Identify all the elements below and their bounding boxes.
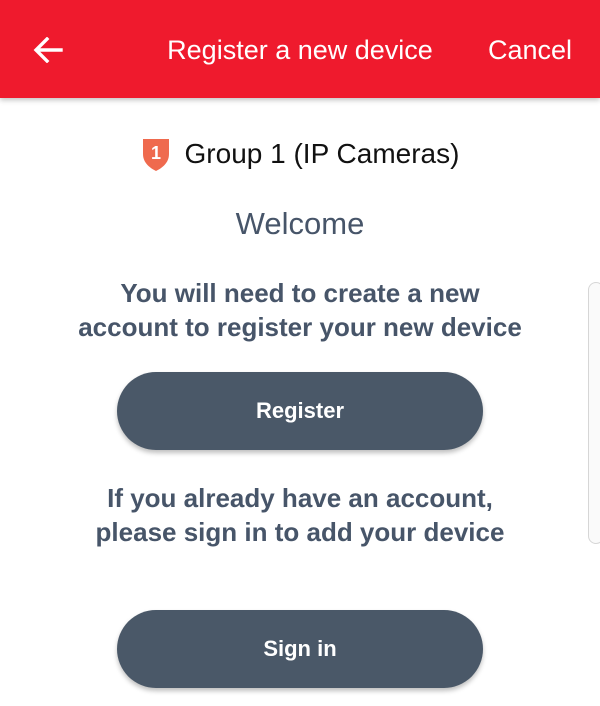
signin-instruction: If you already have an account, please s…	[30, 481, 570, 549]
app-header: Register a new device Cancel	[0, 0, 600, 98]
page-title-text: Register a new device	[167, 35, 433, 65]
signin-instruction-line1: If you already have an account,	[107, 483, 493, 513]
register-instruction: You will need to create a new account to…	[30, 276, 570, 344]
register-button[interactable]: Register	[117, 372, 483, 450]
register-instruction-line2: account to register your new device	[78, 312, 522, 342]
group-shield-icon: 1	[141, 136, 171, 172]
group-label: Group 1 (IP Cameras)	[184, 138, 460, 169]
register-instruction-line1: You will need to create a new	[120, 278, 480, 308]
signin-button[interactable]: Sign in	[117, 610, 483, 688]
group-indicator: 1 Group 1 (IP Cameras)	[0, 136, 600, 172]
register-device-screen: Register a new device Cancel 1 Group 1 (…	[0, 0, 600, 706]
welcome-heading: Welcome	[235, 206, 365, 241]
edge-scroll-handle[interactable]	[588, 282, 600, 544]
cancel-button[interactable]: Cancel	[488, 33, 572, 67]
signin-instruction-line2: please sign in to add your device	[95, 517, 505, 547]
group-badge-number: 1	[151, 143, 161, 163]
